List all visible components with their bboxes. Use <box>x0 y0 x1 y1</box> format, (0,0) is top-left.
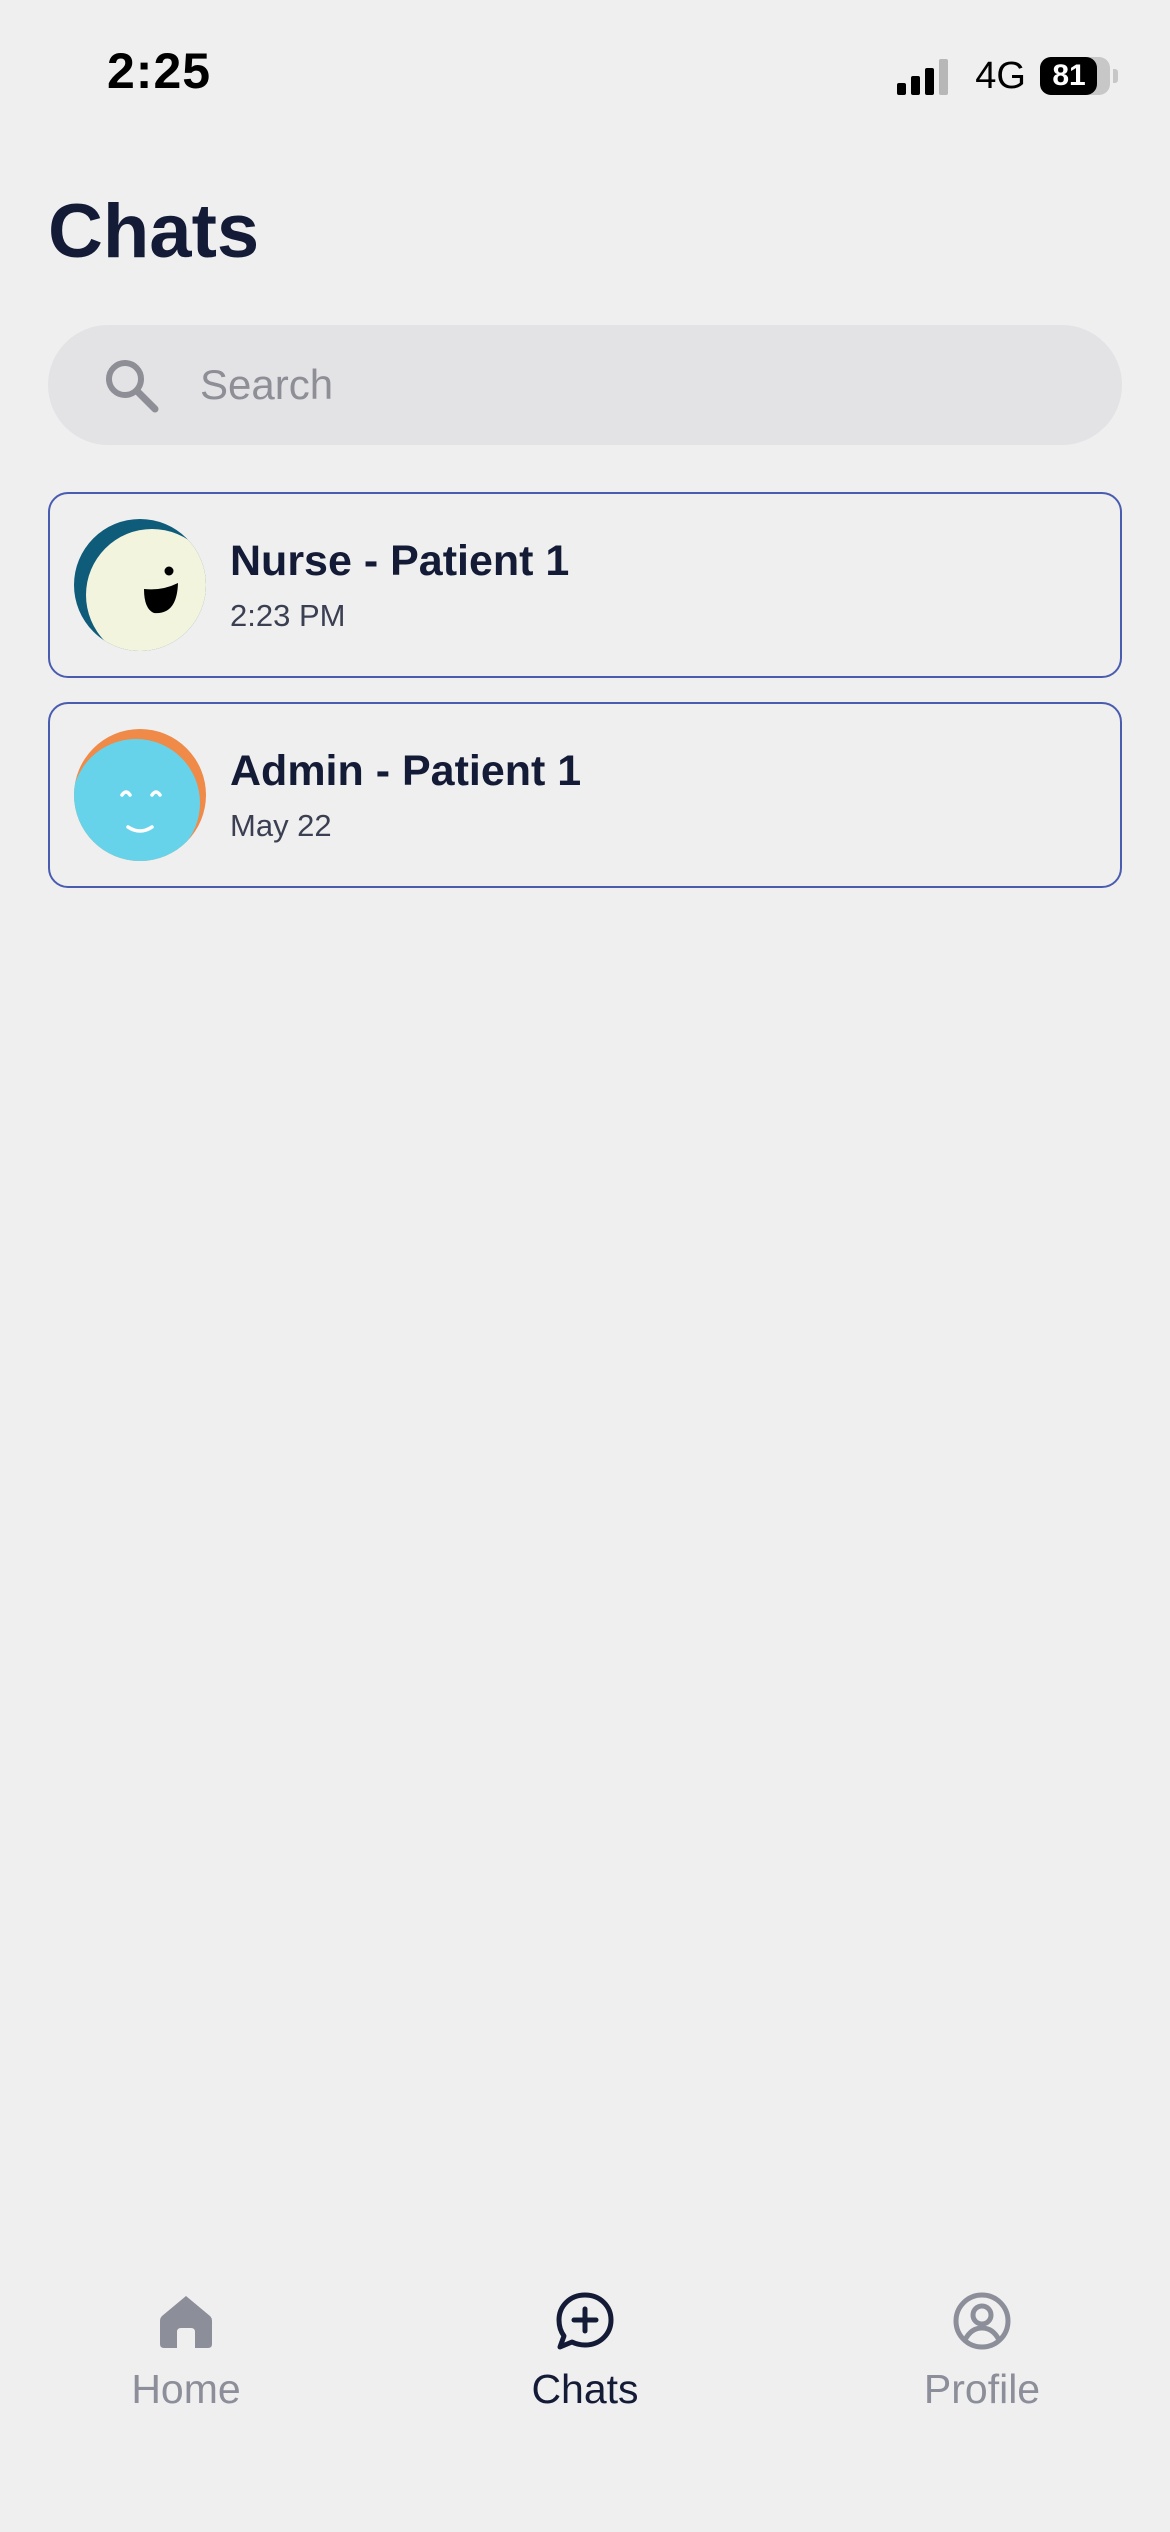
chat-name: Nurse - Patient 1 <box>230 536 570 585</box>
tab-home[interactable]: Home <box>86 2290 286 2413</box>
chat-timestamp: May 22 <box>230 807 332 843</box>
tab-profile[interactable]: Profile <box>882 2290 1082 2413</box>
battery-icon: 81 <box>1040 57 1110 95</box>
tab-profile-label: Profile <box>923 2366 1041 2412</box>
user-circle-icon <box>953 2292 1011 2350</box>
cellular-signal-icon <box>897 57 953 95</box>
battery-percent: 81 <box>1052 59 1086 92</box>
status-bar: 2:25 4G 81 <box>0 0 1170 150</box>
chat-item-nurse-patient-1[interactable]: Nurse - Patient 1 2:23 PM <box>48 492 1122 678</box>
bottom-tab-bar: Home Chats Profile <box>0 2290 1170 2470</box>
search-input[interactable] <box>200 325 1122 445</box>
status-time: 2:25 <box>107 43 212 99</box>
chat-timestamp: 2:23 PM <box>230 597 346 633</box>
home-icon <box>160 2296 212 2348</box>
search-bar[interactable] <box>48 325 1122 445</box>
search-icon <box>106 360 159 413</box>
smiley-avatar-icon <box>74 729 206 861</box>
chat-plus-icon <box>556 2292 614 2350</box>
page-title: Chats <box>48 189 260 274</box>
tab-chats-label: Chats <box>531 2366 639 2412</box>
network-type: 4G <box>975 54 1026 97</box>
tab-home-label: Home <box>131 2366 241 2412</box>
chat-list: Nurse - Patient 1 2:23 PM Admin - Patien… <box>48 492 1122 912</box>
tab-chats[interactable]: Chats <box>485 2290 685 2413</box>
battery-tip <box>1113 69 1118 83</box>
chat-item-admin-patient-1[interactable]: Admin - Patient 1 May 22 <box>48 702 1122 888</box>
chat-name: Admin - Patient 1 <box>230 746 582 795</box>
smiley-avatar-icon <box>74 519 206 651</box>
chats-screen: 2:25 4G 81 Chats Search Nurse - Patient … <box>0 0 1170 2532</box>
status-indicators: 4G 81 <box>897 52 1118 100</box>
